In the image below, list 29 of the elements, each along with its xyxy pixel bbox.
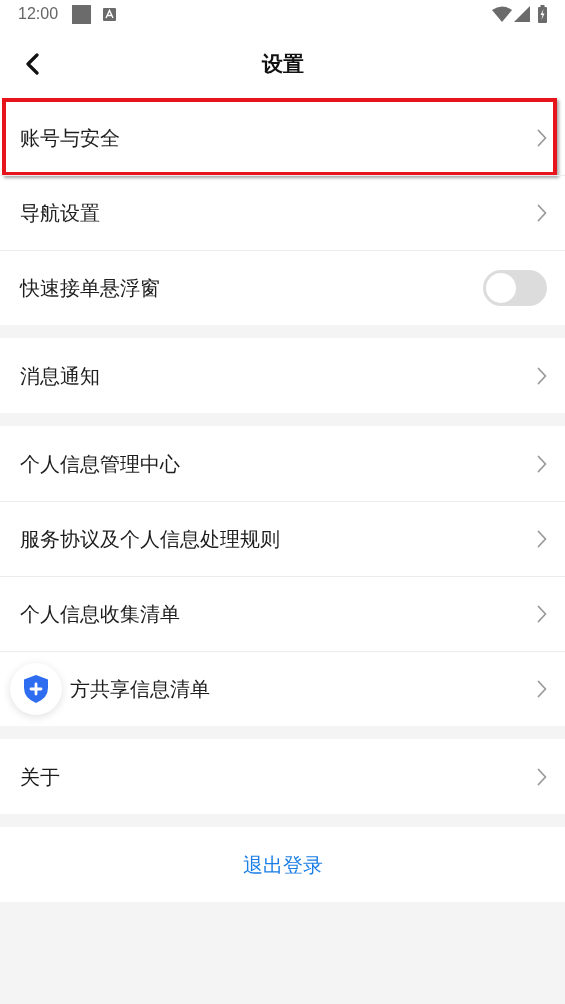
chevron-right-icon [537, 605, 547, 623]
settings-item-label[interactable]: 关于 [20, 761, 60, 792]
settings-item-label[interactable]: 快速接单悬浮窗 [20, 273, 160, 303]
shield-plus-icon [23, 674, 49, 704]
settings-item-label[interactable]: 个人信息管理中心 [20, 448, 180, 479]
settings-item-label[interactable]: 消息通知 [20, 360, 100, 391]
settings-item-label[interactable]: 服务协议及个人信息处理规则 [20, 524, 280, 554]
settings-item-label[interactable]: 账号与安全 [20, 122, 120, 153]
keyboard-icon [103, 7, 117, 21]
signal-icon [514, 6, 530, 22]
floating-shield-button[interactable] [10, 663, 62, 715]
wifi-icon [492, 6, 512, 22]
page-title: 设置 [261, 51, 304, 78]
toggle-switch[interactable] [483, 270, 547, 306]
battery-icon [538, 5, 547, 23]
back-icon [25, 53, 39, 75]
chevron-right-icon [537, 366, 547, 385]
logout-button[interactable]: 退出登录 [0, 827, 565, 902]
chevron-right-icon [537, 530, 547, 548]
chevron-right-icon [537, 128, 547, 147]
chevron-right-icon [537, 454, 547, 473]
notification-icon [72, 4, 92, 24]
settings-item-label[interactable]: 导航设置 [20, 198, 100, 228]
settings-item-label[interactable]: 个人信息收集清单 [20, 599, 180, 629]
chevron-right-icon [537, 767, 547, 786]
settings-item-label[interactable]: 方共享信息清单 [70, 674, 210, 704]
status-time: 12:00 [18, 4, 59, 24]
chevron-right-icon [537, 204, 547, 222]
chevron-right-icon [537, 680, 547, 698]
